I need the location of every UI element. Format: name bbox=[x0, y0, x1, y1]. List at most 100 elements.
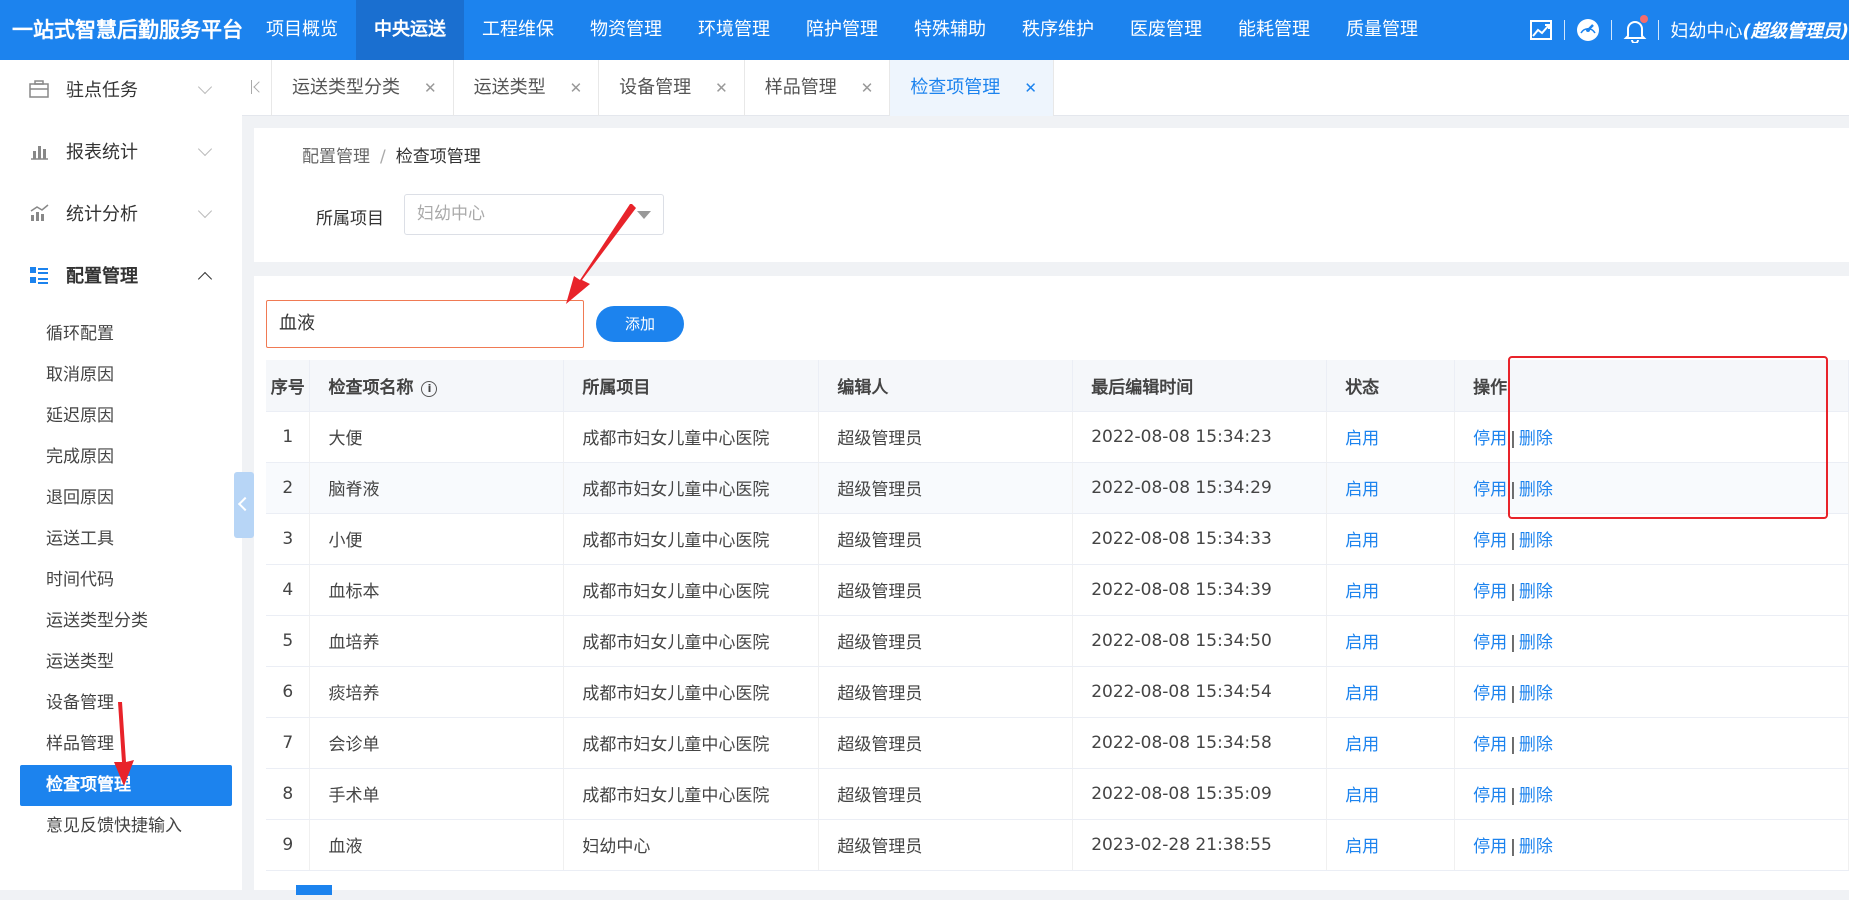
table-row: 8 手术单 成都市妇女儿童中心医院 超级管理员 2022-08-08 15:35:09 启… bbox=[266, 768, 1849, 820]
disable-link[interactable]: 停用 bbox=[1473, 735, 1507, 755]
sidebar-group[interactable]: 报表统计 bbox=[0, 120, 242, 182]
status-link[interactable]: 启用 bbox=[1345, 786, 1379, 806]
status-link[interactable]: 启用 bbox=[1345, 582, 1379, 602]
sidebar-subitem[interactable]: 设备管理 bbox=[0, 683, 242, 724]
sidebar-subitem[interactable]: 循环配置 bbox=[0, 314, 242, 355]
disable-link[interactable]: 停用 bbox=[1473, 837, 1507, 857]
status-link[interactable]: 启用 bbox=[1345, 531, 1379, 551]
item-name-input[interactable]: 血液 bbox=[266, 300, 584, 348]
table-row: 3 小便 成都市妇女儿童中心医院 超级管理员 2022-08-08 15:34:33 启用… bbox=[266, 513, 1849, 565]
page-tab[interactable]: 样品管理 ✕ bbox=[745, 60, 891, 116]
sidebar-group-label: 统计分析 bbox=[66, 204, 138, 225]
disable-link[interactable]: 停用 bbox=[1473, 480, 1507, 500]
item-name-cell: 血液 bbox=[309, 819, 565, 871]
close-icon[interactable]: ✕ bbox=[424, 79, 437, 97]
editor-cell: 超级管理员 bbox=[818, 564, 1074, 616]
current-page-button[interactable] bbox=[296, 885, 332, 895]
sidebar-subitem[interactable]: 样品管理 bbox=[0, 724, 242, 765]
bar-chart-icon bbox=[28, 140, 50, 162]
nav-item[interactable]: 医废管理 bbox=[1112, 0, 1220, 60]
status-link[interactable]: 启用 bbox=[1345, 684, 1379, 704]
editor-cell: 超级管理员 bbox=[818, 768, 1074, 820]
divider bbox=[1610, 20, 1612, 40]
nav-item[interactable]: 质量管理 bbox=[1328, 0, 1436, 60]
row-number: 5 bbox=[266, 615, 311, 667]
sidebar-subitem[interactable]: 运送类型分类 bbox=[0, 601, 242, 642]
column-header: 编辑人 bbox=[818, 360, 1074, 412]
pagination bbox=[266, 880, 332, 900]
sidebar-subitem[interactable]: 运送类型 bbox=[0, 642, 242, 683]
user-menu[interactable]: 妇幼中心(超级管理员) bbox=[1671, 17, 1849, 43]
page-tab[interactable]: 检查项管理 ✕ bbox=[890, 60, 1054, 116]
action-divider: | bbox=[1510, 837, 1516, 857]
sidebar-subitem[interactable]: 时间代码 bbox=[0, 560, 242, 601]
status-link[interactable]: 启用 bbox=[1345, 633, 1379, 653]
sidebar-group[interactable]: 配置管理 bbox=[0, 244, 242, 306]
info-icon[interactable]: i bbox=[421, 380, 438, 397]
close-icon[interactable]: ✕ bbox=[715, 79, 728, 97]
status-cell: 启用 bbox=[1326, 513, 1456, 565]
breadcrumb-current: 检查项管理 bbox=[395, 147, 481, 167]
disable-link[interactable]: 停用 bbox=[1473, 633, 1507, 653]
status-link[interactable]: 启用 bbox=[1345, 735, 1379, 755]
status-link[interactable]: 启用 bbox=[1345, 837, 1379, 857]
delete-link[interactable]: 删除 bbox=[1519, 735, 1553, 755]
disable-link[interactable]: 停用 bbox=[1473, 429, 1507, 449]
sidebar-group[interactable]: 统计分析 bbox=[0, 182, 242, 244]
nav-item[interactable]: 物资管理 bbox=[572, 0, 680, 60]
delete-link[interactable]: 删除 bbox=[1519, 582, 1553, 602]
sidebar-subitem[interactable]: 意见反馈快捷输入 bbox=[0, 806, 242, 847]
sidebar-subitem[interactable]: 检查项管理 bbox=[20, 765, 232, 806]
dashboard-gauge-icon[interactable] bbox=[1575, 17, 1601, 43]
nav-item[interactable]: 中央运送 bbox=[356, 0, 464, 60]
breadcrumb: 配置管理 / 检查项管理 bbox=[302, 147, 481, 167]
page-tab[interactable]: 运送类型 ✕ bbox=[454, 60, 600, 116]
sidebar-group[interactable]: 驻点任务 bbox=[0, 60, 242, 120]
trend-chart-icon[interactable] bbox=[1528, 17, 1554, 43]
status-link[interactable]: 启用 bbox=[1345, 429, 1379, 449]
nav-item[interactable]: 秩序维护 bbox=[1004, 0, 1112, 60]
close-icon[interactable]: ✕ bbox=[570, 79, 583, 97]
delete-link[interactable]: 删除 bbox=[1519, 786, 1553, 806]
row-number: 8 bbox=[266, 768, 311, 820]
page-tab[interactable]: 设备管理 ✕ bbox=[599, 60, 745, 116]
page-tabs-bar: 运送类型分类 ✕ 运送类型 ✕ 设备管理 ✕ 样品管理 ✕ 检查项管理 ✕ bbox=[242, 60, 1849, 116]
close-icon[interactable]: ✕ bbox=[1024, 79, 1037, 97]
delete-link[interactable]: 删除 bbox=[1519, 531, 1553, 551]
sidebar-subitem[interactable]: 退回原因 bbox=[0, 478, 242, 519]
item-name-cell: 脑脊液 bbox=[309, 462, 565, 514]
page-tab-label: 运送类型分类 bbox=[292, 77, 400, 98]
sidebar-subitem[interactable]: 完成原因 bbox=[0, 437, 242, 478]
tabs-scroll-left-icon[interactable] bbox=[242, 60, 272, 116]
disable-link[interactable]: 停用 bbox=[1473, 786, 1507, 806]
close-icon[interactable]: ✕ bbox=[861, 79, 874, 97]
add-button[interactable]: 添加 bbox=[596, 306, 684, 342]
nav-item[interactable]: 项目概览 bbox=[248, 0, 356, 60]
nav-item[interactable]: 环境管理 bbox=[680, 0, 788, 60]
sidebar-collapse-toggle[interactable] bbox=[234, 472, 254, 538]
sidebar-subitem[interactable]: 运送工具 bbox=[0, 519, 242, 560]
delete-link[interactable]: 删除 bbox=[1519, 633, 1553, 653]
briefcase-icon bbox=[28, 78, 50, 100]
status-cell: 启用 bbox=[1326, 819, 1456, 871]
status-link[interactable]: 启用 bbox=[1345, 480, 1379, 500]
disable-link[interactable]: 停用 bbox=[1473, 684, 1507, 704]
project-cell: 成都市妇女儿童中心医院 bbox=[563, 768, 820, 820]
disable-link[interactable]: 停用 bbox=[1473, 582, 1507, 602]
column-header-label: 所属项目 bbox=[582, 377, 651, 398]
sidebar-subitem[interactable]: 延迟原因 bbox=[0, 396, 242, 437]
config-list-icon bbox=[28, 264, 50, 286]
bell-icon[interactable] bbox=[1622, 15, 1648, 44]
delete-link[interactable]: 删除 bbox=[1519, 837, 1553, 857]
breadcrumb-parent[interactable]: 配置管理 bbox=[302, 147, 370, 167]
project-select[interactable]: 妇幼中心 bbox=[404, 194, 664, 235]
nav-item[interactable]: 能耗管理 bbox=[1220, 0, 1328, 60]
nav-item[interactable]: 陪护管理 bbox=[788, 0, 896, 60]
disable-link[interactable]: 停用 bbox=[1473, 531, 1507, 551]
sidebar-subitem[interactable]: 取消原因 bbox=[0, 355, 242, 396]
page-tab[interactable]: 运送类型分类 ✕ bbox=[272, 60, 454, 116]
delete-link[interactable]: 删除 bbox=[1519, 684, 1553, 704]
nav-item[interactable]: 特殊辅助 bbox=[896, 0, 1004, 60]
actions-cell: 停用 | 删除 bbox=[1454, 768, 1849, 820]
nav-item[interactable]: 工程维保 bbox=[464, 0, 572, 60]
